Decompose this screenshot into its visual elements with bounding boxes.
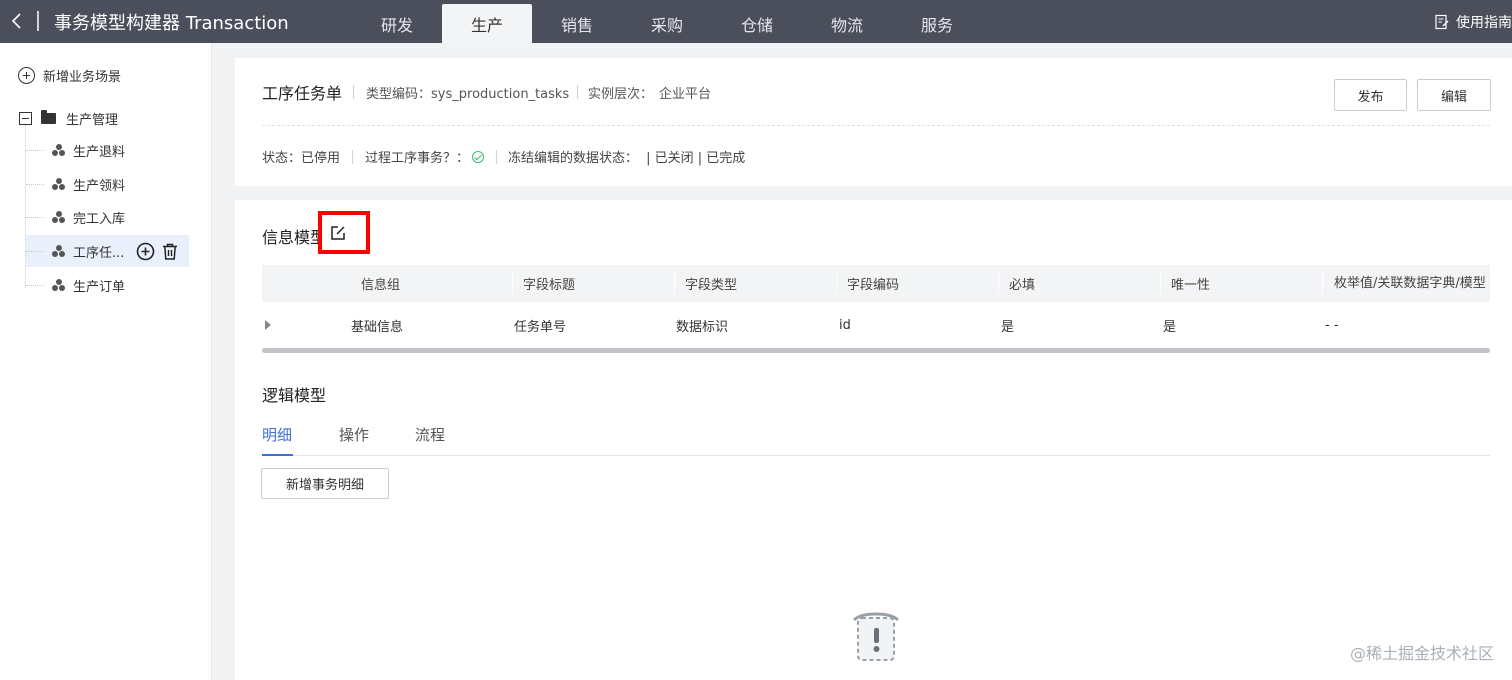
col-field-type: 字段类型 — [674, 265, 836, 302]
empty-state-icon — [852, 612, 900, 661]
status-label: 状态： — [262, 151, 302, 166]
cell-enum: - - — [1325, 317, 1339, 333]
node-icon — [52, 177, 66, 191]
sidebar-item-process-task[interactable]: 工序任... — [26, 235, 189, 267]
module-nav: 研发 生产 销售 采购 仓储 物流 服务 — [352, 4, 982, 43]
nav-tab-sales[interactable]: 销售 — [532, 4, 622, 43]
sidebar: 新增业务场景 生产管理 生产退料 生产领料 完工入库 工序任... 生产订单 — [0, 43, 212, 680]
guide-link[interactable]: 使用指南 — [1434, 12, 1512, 32]
type-code-value: sys_production_tasks — [431, 87, 570, 102]
tab-detail[interactable]: 明细 — [262, 424, 293, 456]
nav-tab-service[interactable]: 服务 — [892, 4, 982, 43]
logic-model-title: 逻辑模型 — [262, 386, 327, 405]
info-model-title: 信息模型 — [262, 228, 327, 247]
cell-required: 是 — [1001, 319, 1015, 335]
node-icon — [52, 210, 66, 224]
sidebar-item-label: 生产退料 — [73, 144, 126, 160]
nav-tab-purchase[interactable]: 采购 — [622, 4, 712, 43]
edit-button[interactable]: 编辑 — [1417, 79, 1491, 111]
plus-circle-icon — [18, 67, 35, 84]
table-scrollbar[interactable] — [262, 348, 1490, 353]
app-title: 事务模型构建器 Transaction — [54, 13, 289, 34]
tree-root-production[interactable]: 生产管理 — [19, 109, 118, 128]
chevron-left-icon[interactable] — [10, 10, 30, 32]
col-required: 必填 — [998, 265, 1160, 302]
add-detail-button[interactable]: 新增事务明细 — [261, 468, 389, 499]
tree-root-label: 生产管理 — [66, 113, 119, 128]
check-circle-icon — [472, 150, 485, 163]
sidebar-item-return[interactable]: 生产退料 — [26, 134, 189, 166]
tab-operation[interactable]: 操作 — [339, 424, 369, 456]
status-row: 状态： 已停用 过程工序事务？： 冻结编辑的数据状态： | 已关闭 | 已完成 — [262, 147, 745, 166]
folder-icon — [41, 110, 56, 124]
add-scene-label: 新增业务场景 — [43, 70, 122, 85]
edit-icon — [331, 225, 345, 240]
node-icon — [52, 143, 66, 157]
sidebar-item-label: 生产领料 — [73, 178, 126, 194]
nav-tab-warehouse[interactable]: 仓储 — [712, 4, 802, 43]
node-icon — [52, 278, 66, 292]
cell-unique: 是 — [1163, 319, 1177, 335]
sidebar-item-label: 工序任... — [73, 245, 125, 261]
col-field-title: 字段标题 — [512, 265, 674, 302]
sidebar-item-order[interactable]: 生产订单 — [26, 269, 189, 301]
col-unique: 唯一性 — [1160, 265, 1322, 302]
top-bar: 事务模型构建器 Transaction 研发 生产 销售 采购 仓储 物流 服务… — [0, 0, 1512, 43]
instance-level: 实例层次： 企业平台 — [588, 83, 711, 102]
nav-tab-logistics[interactable]: 物流 — [802, 4, 892, 43]
expand-row-icon[interactable] — [265, 320, 271, 330]
guide-label: 使用指南 — [1456, 15, 1512, 31]
logic-tabs: 明细 操作 流程 — [262, 424, 1490, 456]
doc-header-panel: 工序任务单 类型编码：sys_production_tasks 实例层次： 企业平… — [235, 58, 1512, 186]
type-code: 类型编码：sys_production_tasks — [366, 83, 569, 102]
edit-doc-icon — [1435, 14, 1449, 30]
sidebar-item-label: 生产订单 — [73, 279, 126, 295]
cell-info-group: 基础信息 — [351, 319, 404, 335]
add-scene-button[interactable]: 新增业务场景 — [18, 66, 121, 85]
sidebar-item-label: 完工入库 — [73, 211, 126, 227]
info-model-edit-button[interactable] — [318, 211, 370, 254]
process-label: 过程工序事务？： — [365, 151, 470, 166]
col-enum: 枚举值/关联数据字典/模型 — [1322, 265, 1490, 302]
instance-level-label: 实例层次： — [588, 87, 654, 102]
add-circle-icon[interactable] — [136, 242, 155, 261]
watermark: @稀土掘金技术社区 — [1349, 644, 1494, 663]
sidebar-item-pick[interactable]: 生产领料 — [26, 168, 189, 200]
page-title: 工序任务单 — [262, 84, 343, 103]
nav-tab-rd[interactable]: 研发 — [352, 4, 442, 43]
cell-field-type: 数据标识 — [676, 319, 729, 335]
info-table-header: 信息组 字段标题 字段类型 字段编码 必填 唯一性 枚举值/关联数据字典/模型 — [262, 265, 1490, 302]
node-icon — [52, 244, 66, 258]
freeze-values: | 已关闭 | 已完成 — [646, 151, 746, 166]
tab-flow[interactable]: 流程 — [415, 424, 445, 456]
type-code-label: 类型编码： — [366, 87, 432, 102]
col-field-code: 字段编码 — [836, 265, 998, 302]
col-info-group: 信息组 — [361, 278, 401, 293]
publish-button[interactable]: 发布 — [1334, 79, 1407, 111]
cell-field-code: id — [839, 317, 851, 333]
cell-field-title: 任务单号 — [514, 319, 567, 335]
freeze-label: 冻结编辑的数据状态： — [508, 151, 639, 166]
instance-level-value: 企业平台 — [659, 87, 712, 102]
title-divider — [37, 11, 39, 31]
sidebar-item-finished[interactable]: 完工入库 — [26, 201, 189, 233]
trash-icon[interactable] — [161, 242, 179, 261]
status-value: 已停用 — [301, 151, 341, 166]
nav-tab-production[interactable]: 生产 — [442, 4, 532, 43]
table-row[interactable]: 基础信息 任务单号 数据标识 id 是 是 - - — [262, 302, 1490, 348]
model-panel: 信息模型 信息组 字段标题 字段类型 字段编码 必填 唯一性 枚举值/关联数据字… — [235, 200, 1512, 680]
